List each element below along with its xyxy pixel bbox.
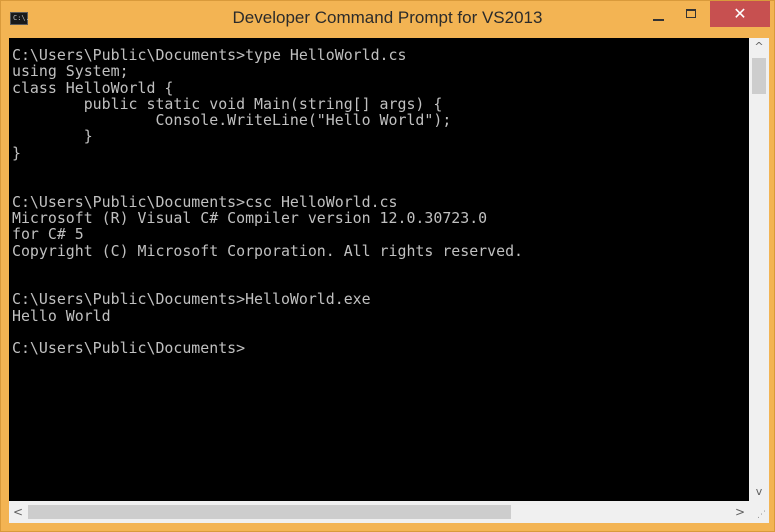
minimize-button[interactable]	[642, 1, 676, 29]
console-window: C:\. Developer Command Prompt for VS2013…	[0, 0, 775, 532]
resize-corner[interactable]: ⋰	[749, 501, 769, 523]
window-frame-bottom	[1, 523, 774, 531]
close-button[interactable]: ✕	[710, 1, 770, 27]
scroll-right-icon[interactable]: >	[731, 501, 749, 523]
console-text: C:\Users\Public\Documents>type HelloWorl…	[12, 46, 524, 358]
horizontal-scroll-thumb[interactable]	[28, 505, 511, 519]
title-bar[interactable]: C:\. Developer Command Prompt for VS2013…	[1, 1, 774, 37]
horizontal-scrollbar[interactable]: < >	[9, 501, 749, 523]
scroll-left-icon[interactable]: <	[9, 501, 27, 523]
scroll-down-icon[interactable]: v	[749, 483, 769, 501]
maximize-button[interactable]	[676, 1, 708, 29]
close-icon: ✕	[733, 4, 747, 23]
scroll-up-icon[interactable]: ^	[749, 38, 769, 56]
vertical-scrollbar[interactable]: ^ v	[749, 38, 769, 501]
resize-grip-icon[interactable]: ⋰	[757, 511, 766, 520]
console-output-area[interactable]: C:\Users\Public\Documents>type HelloWorl…	[9, 38, 749, 501]
vertical-scroll-thumb[interactable]	[752, 58, 766, 94]
